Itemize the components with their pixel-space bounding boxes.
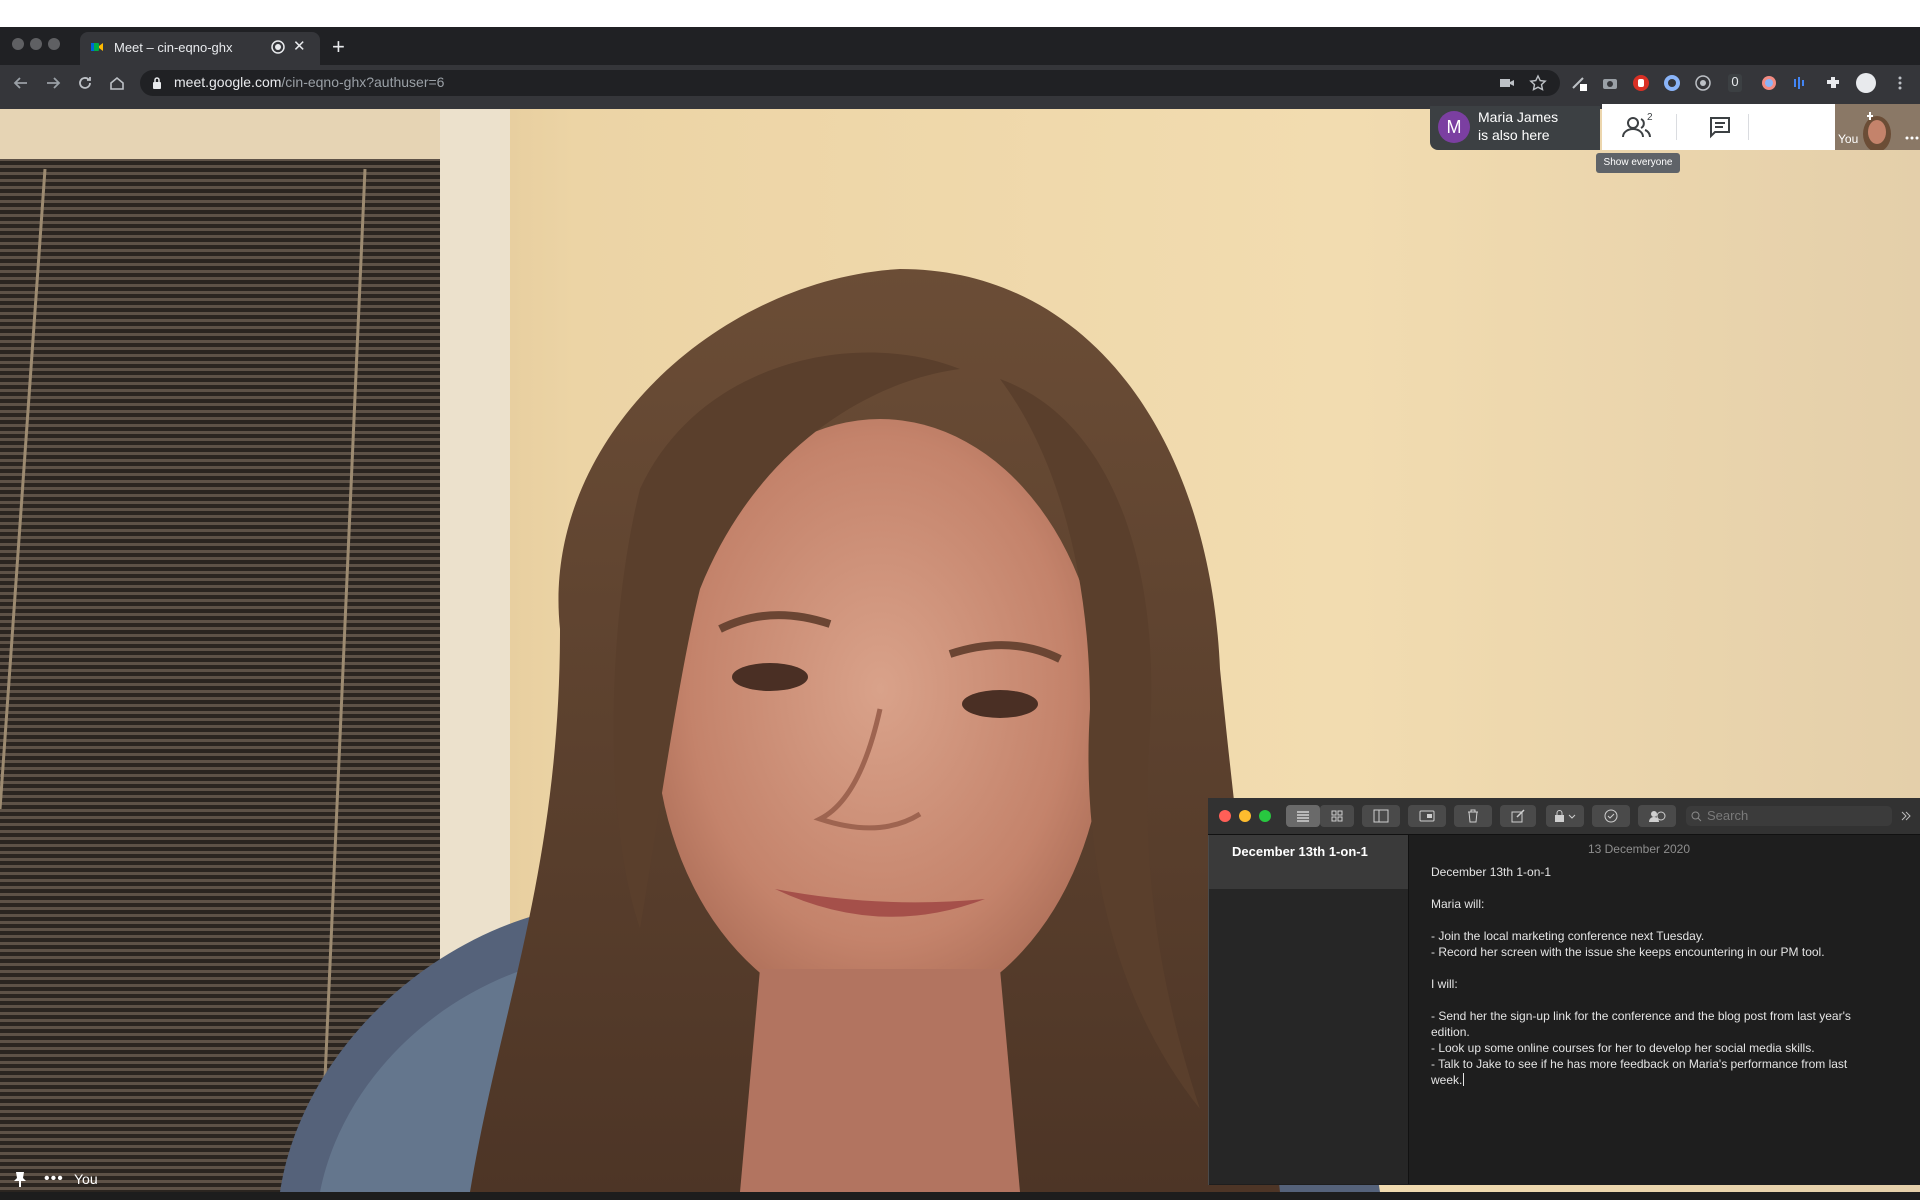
new-tab-button[interactable]: + — [332, 35, 345, 59]
attachments-icon — [1419, 810, 1435, 822]
recording-indicator-icon — [271, 40, 285, 54]
tab-title: Meet – cin-eqno-ghx — [114, 40, 233, 55]
chat-icon[interactable] — [1700, 112, 1740, 142]
note-line: - Join the local marketing conference ne… — [1431, 929, 1705, 943]
bottom-bar — [0, 1192, 1920, 1200]
bookmark-star-icon[interactable] — [1529, 74, 1547, 92]
note-line: - Record her screen with the issue she k… — [1431, 945, 1825, 959]
note-editor[interactable]: December 13th 1-on-1 Maria will: - Join … — [1431, 864, 1891, 1088]
window-zoom-button[interactable] — [48, 38, 60, 50]
url-text[interactable]: meet.google.com/cin-eqno-ghx?authuser=6 — [174, 74, 444, 90]
hand-extension-icon[interactable] — [1632, 74, 1650, 92]
note-line — [1431, 912, 1891, 928]
panel-divider — [1676, 114, 1677, 140]
window-close-button[interactable] — [12, 38, 24, 50]
chevron-right-double-icon[interactable] — [1900, 810, 1912, 822]
note-line — [1431, 992, 1891, 1008]
forward-arrow-icon[interactable] — [44, 74, 62, 92]
lock-note-button[interactable] — [1546, 805, 1584, 827]
sidebar-icon — [1373, 809, 1389, 823]
search-placeholder: Search — [1707, 808, 1749, 823]
meet-favicon-icon — [91, 43, 103, 51]
participant-name: Maria James — [1478, 109, 1559, 125]
notes-minimize-button[interactable] — [1239, 810, 1251, 822]
notes-zoom-button[interactable] — [1259, 810, 1271, 822]
note-line: edition. — [1431, 1025, 1470, 1039]
extension-icon[interactable] — [1663, 74, 1681, 92]
pen-extension-icon[interactable] — [1570, 74, 1588, 92]
reload-icon[interactable] — [76, 74, 94, 92]
panel-divider — [1748, 114, 1749, 140]
participant-joined-text: Maria James is also here — [1478, 108, 1598, 144]
note-list-item-title: December 13th 1-on-1 — [1232, 844, 1368, 859]
back-arrow-icon[interactable] — [12, 74, 30, 92]
target-extension-icon[interactable] — [1694, 74, 1712, 92]
profile-avatar-icon[interactable] — [1856, 73, 1876, 93]
puzzle-extensions-icon[interactable] — [1824, 74, 1842, 92]
colorful-extension-icon[interactable] — [1760, 74, 1778, 92]
list-view-icon — [1297, 811, 1309, 822]
counter-extension-icon[interactable]: 0 — [1728, 74, 1742, 92]
show-everyone-tooltip: Show everyone — [1596, 153, 1680, 173]
tab-close-button[interactable]: ✕ — [293, 38, 306, 56]
checklist-icon — [1604, 809, 1618, 823]
note-line: Maria will: — [1431, 897, 1485, 911]
attachments-button[interactable] — [1408, 805, 1446, 827]
browser-menu-icon[interactable] — [1891, 74, 1909, 92]
search-icon — [1691, 811, 1702, 822]
trash-icon — [1468, 809, 1478, 823]
gallery-view-button[interactable] — [1320, 805, 1354, 827]
url-path: /cin-eqno-ghx?authuser=6 — [281, 74, 445, 90]
note-line: week. — [1431, 1073, 1463, 1087]
participant-name-label: You — [74, 1171, 98, 1187]
note-line: I will: — [1431, 977, 1458, 991]
home-icon[interactable] — [108, 74, 126, 92]
lock-icon[interactable] — [152, 77, 162, 89]
note-line: - Send her the sign-up link for the conf… — [1431, 1009, 1851, 1023]
note-line-last: week. — [1431, 1072, 1891, 1088]
note-line — [1431, 960, 1891, 976]
checklist-button[interactable] — [1592, 805, 1630, 827]
lock-dropdown-icon — [1555, 810, 1576, 822]
notes-close-button[interactable] — [1219, 810, 1231, 822]
screenshot-extension-icon[interactable] — [1601, 74, 1619, 92]
self-label: You — [1838, 132, 1859, 146]
window-minimize-button[interactable] — [30, 38, 42, 50]
sidebar-toggle-button[interactable] — [1362, 805, 1400, 827]
add-people-icon — [1649, 811, 1666, 822]
collaborate-button[interactable] — [1638, 805, 1676, 827]
pin-icon[interactable] — [12, 1170, 28, 1188]
more-options-icon[interactable]: ••• — [44, 1171, 64, 1187]
note-line: - Talk to Jake to see if he has more fee… — [1431, 1057, 1848, 1071]
camera-in-use-icon[interactable] — [1498, 74, 1516, 92]
gallery-view-icon — [1331, 810, 1343, 822]
compose-icon — [1511, 809, 1525, 823]
note-line: - Look up some online courses for her to… — [1431, 1041, 1815, 1055]
note-date: 13 December 2020 — [1587, 842, 1691, 856]
text-cursor — [1463, 1073, 1465, 1086]
audio-waves-extension-icon[interactable] — [1791, 74, 1809, 92]
new-note-button[interactable] — [1500, 805, 1536, 827]
note-line: December 13th 1-on-1 — [1431, 865, 1552, 879]
people-count-badge: 2 — [1647, 112, 1653, 123]
delete-button[interactable] — [1454, 805, 1492, 827]
participant-avatar: M — [1438, 111, 1470, 143]
participant-status: is also here — [1478, 127, 1550, 143]
note-line — [1431, 880, 1891, 896]
list-view-button[interactable] — [1286, 805, 1320, 827]
url-host: meet.google.com — [174, 74, 282, 90]
